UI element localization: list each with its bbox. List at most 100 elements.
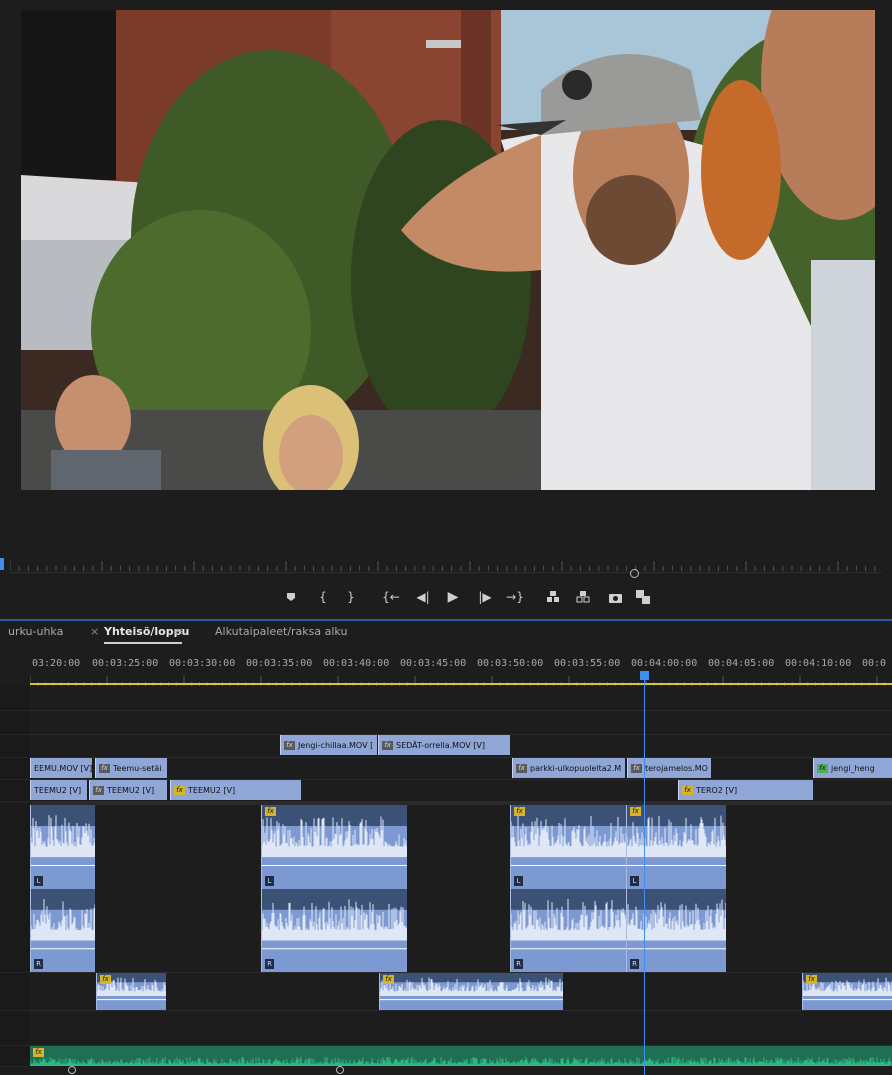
track-v5[interactable] (30, 686, 892, 711)
mark-out-icon[interactable]: } (341, 587, 361, 607)
fx-badge: fx (516, 763, 527, 773)
transport-controls: { } {← ◀| ▶ |▶ →} (0, 582, 892, 612)
track-header-v3[interactable] (0, 735, 30, 758)
step-forward-icon[interactable]: |▶ (475, 587, 495, 607)
clip-label: jengi_heng (831, 763, 875, 773)
clip-teemu2-b[interactable]: fx TEEMU2 [V] (89, 780, 167, 800)
waveform (380, 973, 563, 1001)
clip-label: TEEMU2 [V] (107, 785, 155, 795)
play-icon[interactable]: ▶ (443, 587, 463, 607)
track-a3[interactable] (30, 1011, 892, 1046)
tab-alkutaipaleet[interactable]: Alkutaipaleet/raksa alku (215, 625, 347, 638)
monitor-playhead-marker[interactable] (0, 558, 4, 570)
audio-clip-jengi-left[interactable]: fx L (261, 805, 407, 889)
monitor-time-ruler[interactable] (0, 558, 882, 573)
waveform (627, 805, 726, 866)
timecode-label: 00:04:00:00 (631, 658, 698, 669)
timecode-label: 00:03:25:00 (92, 658, 159, 669)
clip-label: Teemu-setäi (113, 763, 162, 773)
monitor-ruler-ticks (9, 561, 876, 571)
timecode-label: 00:04:05:00 (708, 658, 775, 669)
clip-label: TEEMU2 [V] (34, 785, 82, 795)
tab-urku-uhka[interactable]: urku-uhka (8, 625, 63, 638)
channel-right-label: R (34, 959, 43, 969)
audio-clip-a2-3[interactable]: fx (802, 973, 892, 1010)
timecode-label: 00:03:40:00 (323, 658, 390, 669)
clip-teemu-setai[interactable]: fx Teemu-setäi (95, 758, 167, 778)
channel-left-label: L (514, 876, 523, 886)
extract-icon[interactable] (573, 587, 593, 607)
monitor-zoom-handle[interactable] (630, 569, 639, 578)
channel-right-label: R (630, 959, 639, 969)
audio-clip-jengi-right[interactable]: R (261, 889, 407, 972)
fx-badge: fx (514, 807, 525, 816)
audio-clip-a2-2[interactable]: fx (379, 973, 563, 1010)
fx-badge: fx (817, 763, 828, 773)
timecode-label: 00:03:45:00 (400, 658, 467, 669)
audio-clip-music[interactable]: fx (30, 1046, 892, 1066)
audio-clip-parkki-right[interactable]: R (510, 889, 626, 972)
track-header-a4[interactable] (0, 1046, 30, 1067)
timecode-label: 00:03:55:00 (554, 658, 621, 669)
track-header-v1[interactable] (0, 780, 30, 802)
audio-clip-parkki-left[interactable]: fx L (510, 805, 626, 889)
clip-jengi-heng[interactable]: fx jengi_heng (813, 758, 892, 778)
clip-terojamelos[interactable]: fx terojamelos.MO (627, 758, 711, 778)
playhead-line[interactable] (644, 677, 645, 1075)
clip-jengi-chillaa[interactable]: fx Jengi-chillaa.MOV [ (280, 735, 377, 755)
channel-right-label: R (265, 959, 274, 969)
clip-parkki-ulkopuolelta[interactable]: fx parkki-ulkopuolelta2.M (512, 758, 625, 778)
audio-clip-tero-right[interactable]: R (626, 889, 726, 972)
panel-menu-icon[interactable]: ≡ (174, 625, 183, 638)
timecode-ruler-labels: 03:20:00 00:03:25:00 00:03:30:00 00:03:3… (0, 655, 892, 673)
waveform (262, 805, 407, 866)
track-header-v4[interactable] (0, 711, 30, 735)
track-header-v2[interactable] (0, 758, 30, 780)
mark-in-icon[interactable]: { (313, 587, 333, 607)
audio-clip-teemu-left[interactable]: L (30, 805, 95, 889)
clip-label: terojamelos.MO (645, 763, 708, 773)
fx-badge: fx (382, 740, 393, 750)
video-frame[interactable] (21, 10, 875, 490)
clip-teemu2-a[interactable]: TEEMU2 [V] (30, 780, 87, 800)
channel-left-label: L (630, 876, 639, 886)
track-v4[interactable] (30, 711, 892, 735)
clip-label: TERO2 [V] (696, 785, 738, 795)
timecode-label: 00:03:30:00 (169, 658, 236, 669)
timecode-label: 00:03:50:00 (477, 658, 544, 669)
zoom-handle-left[interactable] (68, 1066, 76, 1074)
track-a1[interactable] (30, 805, 892, 973)
work-area-bar[interactable] (30, 683, 892, 685)
step-back-icon[interactable]: ◀| (413, 587, 433, 607)
fx-badge: fx (99, 763, 110, 773)
playhead-handle[interactable] (640, 671, 649, 680)
track-header-a1[interactable] (0, 805, 30, 973)
track-header-a3[interactable] (0, 1011, 30, 1046)
lift-icon[interactable] (543, 587, 563, 607)
go-to-out-icon[interactable]: →} (505, 587, 525, 607)
channel-right-label: R (514, 959, 523, 969)
track-header-a2[interactable] (0, 973, 30, 1011)
timecode-label: 00:03:35:00 (246, 658, 313, 669)
timecode-label: 00:0 (862, 658, 887, 669)
clip-tero2[interactable]: fx TERO2 [V] (678, 780, 813, 800)
fx-badge: fx (682, 785, 693, 795)
zoom-handle-right[interactable] (336, 1066, 344, 1074)
clip-sedat-orrella[interactable]: fx SEDÄT-orrella.MOV [V] (378, 735, 510, 755)
waveform (627, 889, 726, 950)
close-icon[interactable]: × (90, 625, 99, 638)
audio-clip-tero-left[interactable]: fx L (626, 805, 726, 889)
clip-label: parkki-ulkopuolelta2.M (530, 763, 622, 773)
button-editor-icon[interactable] (633, 587, 653, 607)
export-frame-icon[interactable] (605, 587, 625, 607)
marker-icon[interactable] (281, 587, 301, 607)
track-header-v5[interactable] (0, 686, 30, 711)
clip-teemu-mov[interactable]: EEMU.MOV [V] (30, 758, 92, 778)
fx-badge: fx (265, 807, 276, 816)
channel-left-label: L (34, 876, 43, 886)
audio-clip-a2-1[interactable]: fx (96, 973, 166, 1010)
clip-teemu2-c[interactable]: fx TEEMU2 [V] (170, 780, 301, 800)
audio-clip-teemu-right[interactable]: R (30, 889, 95, 972)
timeline-zoom-scrollbar[interactable] (30, 1066, 892, 1075)
go-to-in-icon[interactable]: {← (381, 587, 401, 607)
